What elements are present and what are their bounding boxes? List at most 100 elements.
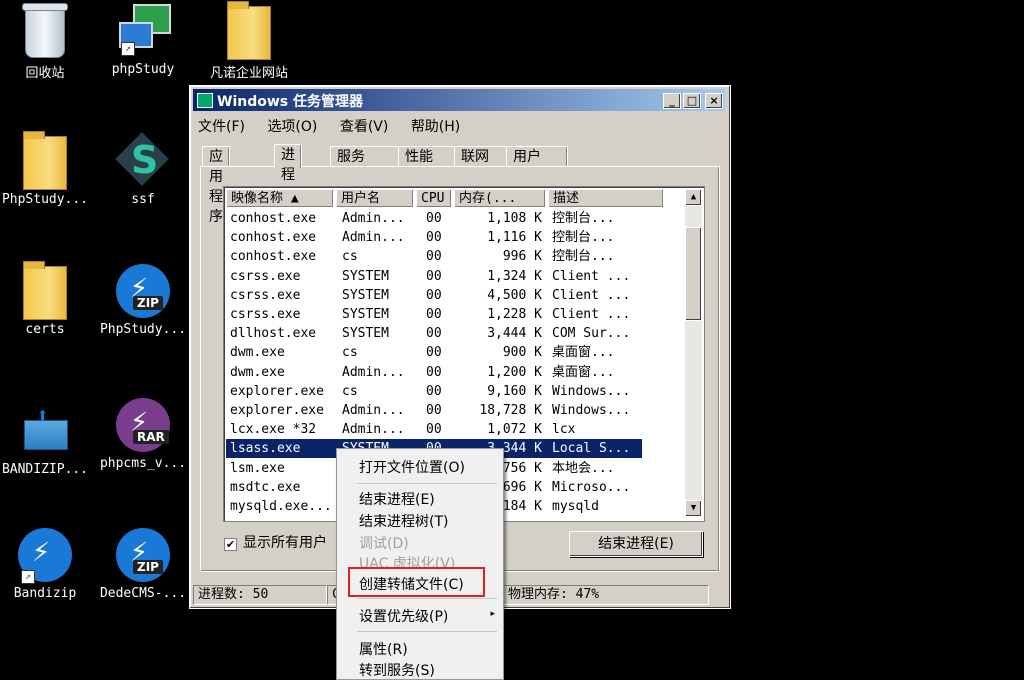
scroll-up-arrow-icon[interactable]: ▲ [685, 189, 702, 206]
cell-desc: COM Sur... [552, 326, 631, 342]
menu-help[interactable]: 帮助(H) [411, 119, 460, 135]
tab-users[interactable]: 用户 [506, 146, 568, 167]
cell-user: Admin... [342, 230, 405, 246]
tab-services[interactable]: 服务 [330, 146, 404, 167]
cell-desc: 控制台... [552, 211, 615, 226]
cell-name: conhost.exe [230, 211, 317, 226]
cell-mem: 1,200 K [487, 364, 542, 380]
column-image-name[interactable]: 映像名称 ▲ [226, 189, 334, 208]
tab-applications[interactable]: 应用程序 [202, 146, 230, 225]
menu-item-end-process-tree[interactable]: 结束进程树(T) [359, 511, 448, 531]
cell-desc: 本地会... [552, 460, 615, 476]
desktop-icon-phpstudy-zip[interactable]: ZIP PhpStudy... [95, 264, 191, 337]
cell-desc: Local S... [552, 441, 631, 457]
cell-user: Admin... [342, 403, 405, 418]
cell-cpu: 00 [426, 345, 442, 361]
cell-mem: 3,444 K [487, 326, 542, 342]
menu-bar: 文件(F) 选项(O) 查看(V) 帮助(H) [198, 116, 478, 136]
cell-user: Admin... [342, 422, 405, 438]
desktop-icon-ssf[interactable]: ssf [95, 134, 191, 207]
cell-mem: 1,228 K [487, 307, 542, 322]
cell-desc: 桌面窗... [552, 345, 615, 361]
cell-desc: mysqld [552, 499, 599, 514]
menu-item-open-file-location[interactable]: 打开文件位置(O) [359, 457, 465, 477]
cell-cpu: 00 [426, 287, 442, 303]
scroll-down-arrow-icon[interactable]: ▼ [685, 500, 702, 517]
desktop-icon-certs[interactable]: certs [0, 261, 93, 337]
menu-view[interactable]: 查看(V) [340, 119, 389, 135]
submenu-arrow-icon: ▸ [490, 609, 495, 619]
cell-desc: 控制台... [552, 230, 615, 246]
table-row[interactable]: explorer.exe Admin... 00 18,728 K Windows... [226, 401, 642, 420]
checkbox-check-icon: ✔ [224, 538, 237, 551]
tab-processes[interactable]: 进程 [274, 144, 302, 183]
cell-desc: Client ... [552, 307, 631, 322]
table-row[interactable]: lcx.exe *32 Admin... 00 1,072 K lcx [226, 420, 642, 439]
column-description[interactable]: 描述 [548, 189, 664, 208]
window-title: Windows 任务管理器 [217, 94, 363, 110]
desktop-icon-fanuo-folder[interactable]: 凡诺企业网站 [194, 1, 304, 81]
cell-mem: 1,324 K [487, 268, 542, 284]
show-all-users-checkbox[interactable]: ✔ 显示所有用户 [224, 532, 327, 552]
table-row[interactable]: csrss.exe SYSTEM 00 4,500 K Client ... [226, 286, 642, 305]
cell-mem: 1,116 K [487, 230, 542, 246]
scroll-thumb[interactable] [685, 227, 702, 321]
menu-item-end-process[interactable]: 结束进程(E) [359, 489, 435, 509]
menu-item-set-priority[interactable]: 设置优先级(P) [359, 606, 448, 626]
cell-mem: 1,108 K [487, 211, 542, 226]
table-row[interactable]: dwm.exe cs 00 900 K 桌面窗... [226, 343, 642, 362]
cell-desc: Client ... [552, 268, 631, 284]
close-button[interactable]: × [705, 93, 723, 109]
menu-file[interactable]: 文件(F) [198, 119, 245, 135]
cell-user: Admin... [342, 364, 405, 380]
cell-desc: Client ... [552, 287, 631, 303]
desktop-icon-dedecms-zip[interactable]: ZIP DedeCMS-... [95, 528, 191, 601]
cell-user: Admin... [342, 211, 405, 226]
cell-desc: Microso... [552, 479, 631, 495]
desktop-icon-phpstudy[interactable]: ↗ phpStudy [95, 4, 191, 77]
cell-name: conhost.exe [230, 249, 317, 265]
cell-name: lsm.exe [230, 460, 285, 476]
ssf-icon [117, 134, 169, 186]
table-row[interactable]: dllhost.exe SYSTEM 00 3,444 K COM Sur... [226, 324, 642, 343]
cell-user: cs [342, 345, 358, 361]
desktop-icon-bandizip-installer[interactable]: ⬆ BANDIZIP... [0, 398, 93, 477]
desktop-icon-phpstudy-folder[interactable]: PhpStudy... [0, 131, 93, 207]
desktop-icon-bandizip[interactable]: ↗ Bandizip [0, 528, 93, 601]
zip-archive-icon: ZIP [115, 264, 171, 320]
end-process-button[interactable]: 结束进程(E) [569, 531, 703, 557]
cell-cpu: 00 [426, 230, 442, 246]
column-user-name[interactable]: 用户名 [336, 189, 414, 208]
cell-mem: 1,072 K [487, 422, 542, 438]
column-cpu[interactable]: CPU [416, 189, 452, 208]
table-row[interactable]: conhost.exe Admin... 00 1,108 K 控制台... [226, 209, 642, 228]
tab-performance[interactable]: 性能 [398, 146, 460, 167]
desktop-icon-recycle-bin[interactable]: 回收站 [0, 3, 93, 81]
desktop-icon-phpcms-rar[interactable]: RAR phpcms_v... [95, 398, 191, 471]
cell-name: explorer.exe [230, 403, 324, 418]
cell-name: csrss.exe [230, 307, 301, 322]
process-context-menu: 打开文件位置(O) 结束进程(E) 结束进程树(T) 调试(D) UAC 虚拟化… [336, 448, 504, 680]
menu-item-go-to-services[interactable]: 转到服务(S) [359, 660, 435, 680]
table-row[interactable]: explorer.exe cs 00 9,160 K Windows... [226, 382, 642, 401]
vertical-scrollbar[interactable]: ▲ ▼ [685, 189, 702, 517]
cell-mem: 18,728 K [479, 403, 542, 418]
menu-options[interactable]: 选项(O) [267, 119, 317, 135]
menu-item-debug: 调试(D) [359, 536, 409, 552]
cell-name: mysqld.exe... [230, 499, 332, 514]
table-row[interactable]: conhost.exe Admin... 00 1,116 K 控制台... [226, 228, 642, 247]
tab-networking[interactable]: 联网 [454, 146, 512, 167]
maximize-button[interactable]: □ [683, 93, 701, 109]
title-bar[interactable]: Windows 任务管理器 _ □ × [193, 89, 725, 111]
menu-item-properties[interactable]: 属性(R) [359, 639, 408, 659]
bandizip-icon: ↗ [17, 528, 73, 584]
column-memory[interactable]: 内存(... [454, 189, 546, 208]
table-row[interactable]: csrss.exe SYSTEM 00 1,324 K Client ... [226, 267, 642, 286]
table-row[interactable]: csrss.exe SYSTEM 00 1,228 K Client ... [226, 305, 642, 324]
cell-name: explorer.exe [230, 383, 324, 399]
minimize-button[interactable]: _ [663, 93, 681, 109]
table-row[interactable]: dwm.exe Admin... 00 1,200 K 桌面窗... [226, 363, 642, 382]
table-row[interactable]: conhost.exe cs 00 996 K 控制台... [226, 247, 642, 266]
cell-desc: lcx [552, 422, 576, 438]
menu-separator [357, 631, 497, 632]
